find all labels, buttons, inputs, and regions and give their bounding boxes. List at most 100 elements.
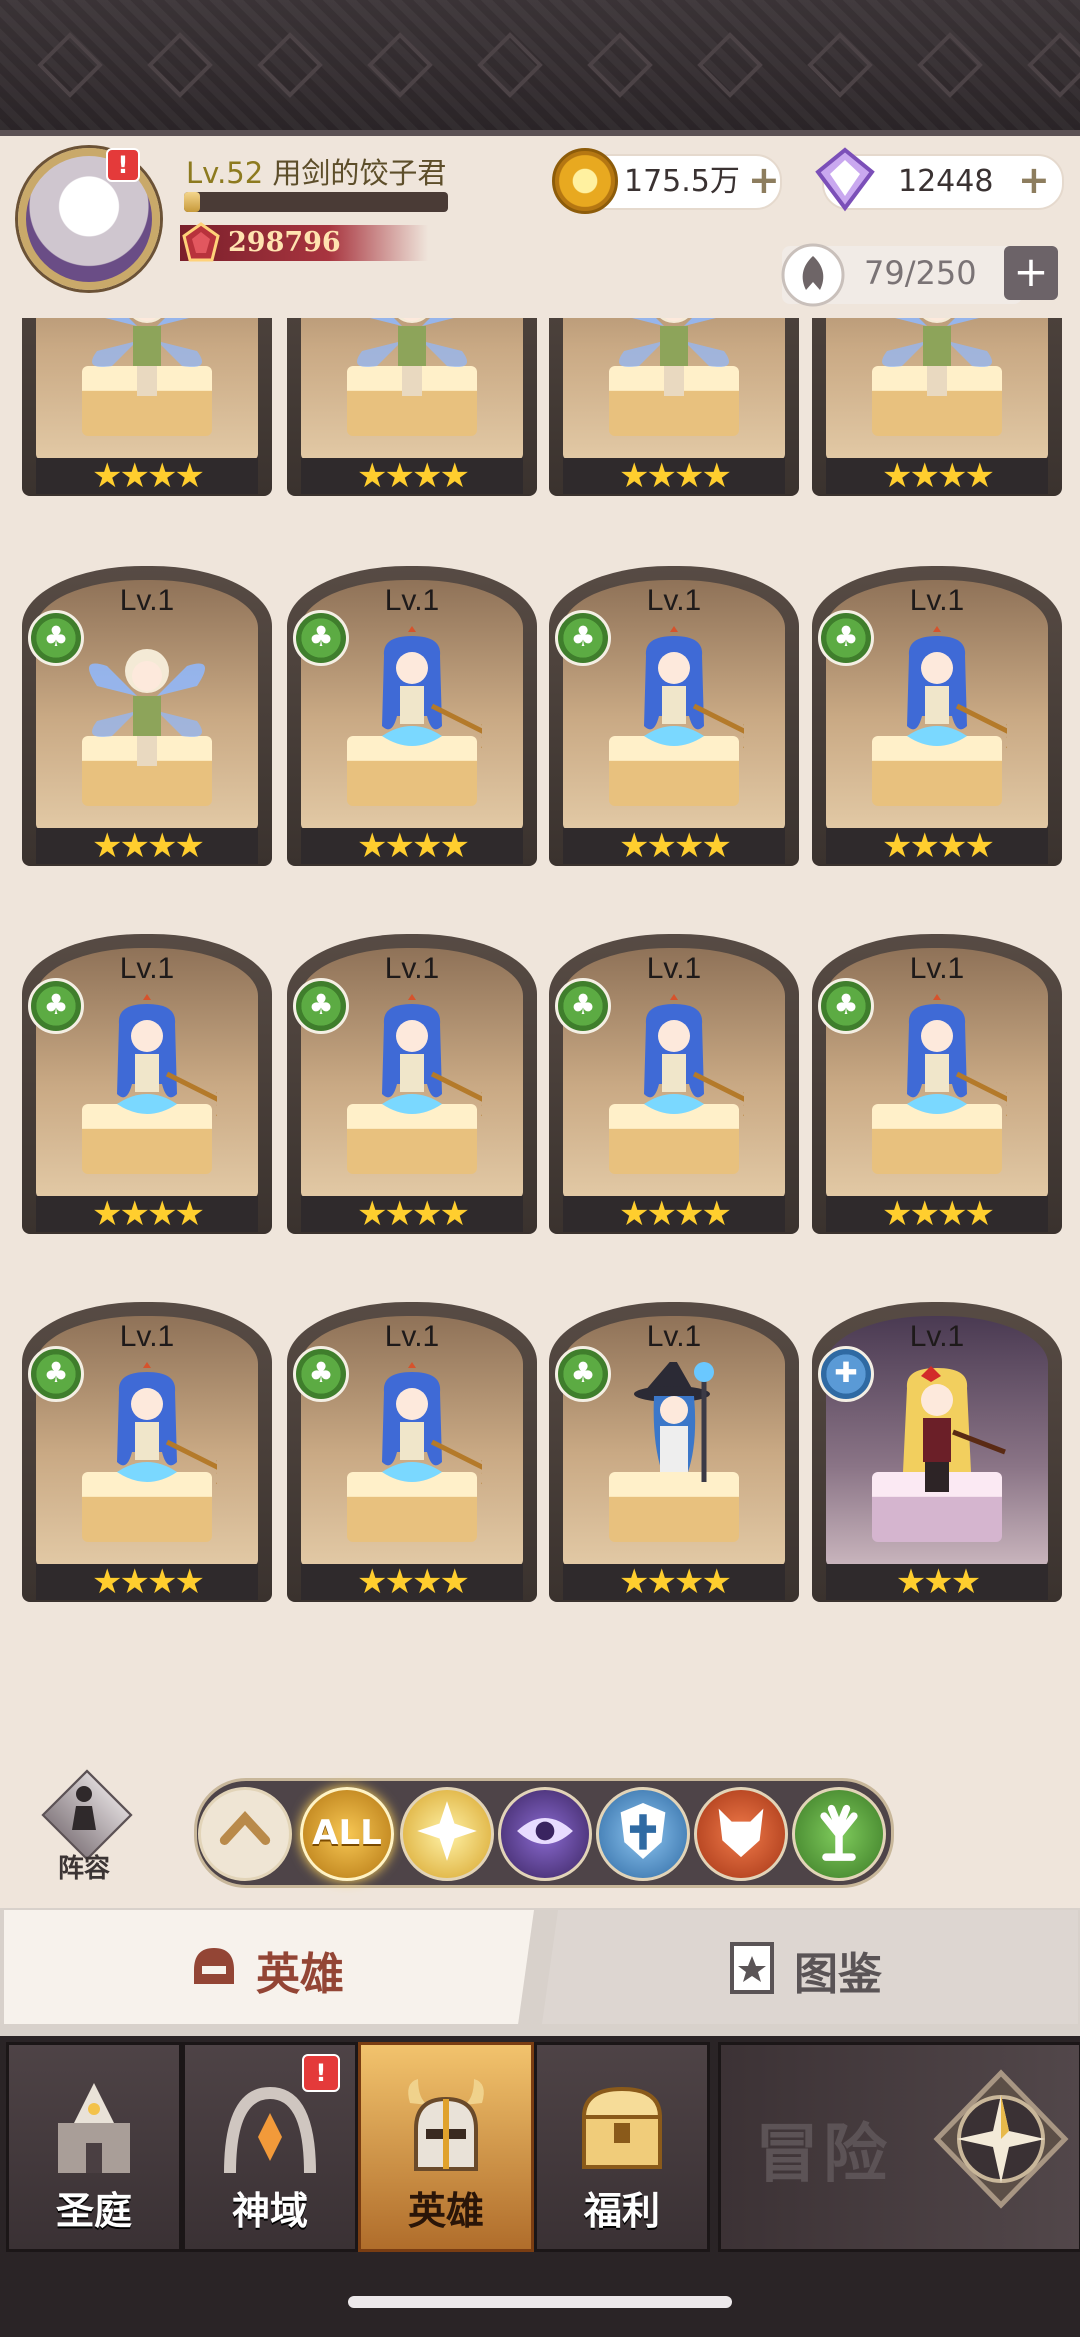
hero-capacity-icon	[781, 243, 845, 307]
hero-card[interactable]: Lv.1♣★★★★	[22, 1302, 272, 1602]
hero-card[interactable]: Lv.1♣★★★★	[22, 318, 272, 496]
hero-sprite-fairy	[619, 318, 729, 396]
player-name: 用剑的饺子君	[272, 156, 447, 190]
nav-heroes[interactable]: 英雄	[358, 2042, 534, 2252]
hero-sprite-mermaid	[644, 626, 744, 749]
filter-beast-button[interactable]	[694, 1787, 788, 1881]
treasure-chest-icon	[581, 2086, 663, 2169]
add-diamond-button[interactable]: +	[1018, 154, 1050, 206]
hero-card[interactable]: Lv.1♣★★★★	[812, 566, 1062, 866]
nav-adventure[interactable]: 冒险	[718, 2042, 1080, 2252]
hero-stars: ★★★★	[36, 458, 258, 494]
filter-all-label: ALL	[312, 1813, 382, 1853]
chevron-up-icon	[219, 1811, 271, 1845]
gold-coin-icon	[552, 148, 618, 214]
nature-icon: ♣	[293, 610, 349, 666]
hero-stars: ★★★★	[826, 458, 1048, 494]
filter-all-button[interactable]: ALL	[300, 1787, 394, 1881]
lineup-button[interactable]: 阵容	[32, 1769, 136, 1884]
player-level: Lv.52	[186, 156, 264, 190]
hero-card[interactable]: Lv.1♣★★★★	[22, 566, 272, 866]
filter-light-button[interactable]	[400, 1787, 494, 1881]
compass-icon	[933, 2069, 1069, 2209]
hero-stars: ★★★★	[36, 828, 258, 864]
hero-card[interactable]: Lv.1♣★★★★	[549, 1302, 799, 1602]
castle-icon	[58, 2083, 130, 2173]
filter-nature-button[interactable]	[792, 1787, 886, 1881]
lineup-label: 阵容	[57, 1854, 110, 1884]
wolf-head-icon	[718, 1808, 764, 1858]
hero-stars: ★★★★	[301, 828, 523, 864]
hero-stars: ★★★★	[563, 1564, 785, 1600]
nav-court-label: 圣庭	[55, 2189, 132, 2233]
nav-welfare[interactable]: 福利	[534, 2042, 710, 2252]
holy-icon: ✚	[818, 1346, 874, 1402]
hero-helmet-icon	[194, 1948, 234, 1984]
hero-stars: ★★★★	[826, 1196, 1048, 1232]
nature-icon: ♣	[28, 978, 84, 1034]
hero-sprite-mermaid	[382, 626, 482, 749]
nav-adventure-label: 冒险	[755, 2118, 891, 2192]
light-star-icon	[417, 1801, 477, 1861]
hero-sprite-mermaid	[907, 994, 1007, 1117]
hero-stars: ★★★★	[563, 1196, 785, 1232]
nature-icon: ♣	[28, 1346, 84, 1402]
hero-sprite-mermaid	[117, 994, 217, 1117]
tab-album[interactable]: 图鉴	[542, 1910, 1078, 2024]
hero-card[interactable]: Lv.1♣★★★★	[549, 318, 799, 496]
hero-capacity-value: 79/250	[864, 254, 977, 292]
hero-card[interactable]: Lv.1♣★★★★	[287, 566, 537, 866]
hero-card[interactable]: Lv.1♣★★★★	[812, 934, 1062, 1234]
hero-sprite-mermaid	[644, 994, 744, 1117]
nav-domain-label: 神域	[231, 2189, 308, 2233]
player-name-line: Lv.52 用剑的饺子君	[186, 150, 446, 192]
top-decoration	[0, 0, 1080, 136]
exp-bar-fill	[184, 192, 200, 212]
hero-sprite-mermaid	[382, 1362, 482, 1485]
tab-album-label: 图鉴	[794, 1949, 882, 2000]
power-gem-icon	[182, 222, 220, 262]
tab-heroes-label: 英雄	[256, 1949, 344, 2000]
nature-icon: ♣	[293, 978, 349, 1034]
pattern-decoration	[37, 32, 1080, 98]
chess-pawn-icon	[72, 1786, 96, 1830]
gold-amount: 175.5万	[624, 164, 740, 199]
filter-holy-button[interactable]	[596, 1787, 690, 1881]
nature-icon: ♣	[818, 610, 874, 666]
diamond-icon	[815, 147, 875, 212]
dark-eye-icon	[517, 1817, 573, 1845]
avatar-alert-icon: !	[106, 148, 140, 182]
nav-court[interactable]: 圣庭	[6, 2042, 182, 2252]
hero-card[interactable]: Lv.1♣★★★★	[287, 1302, 537, 1602]
hero-stars: ★★★★	[36, 1196, 258, 1232]
expand-capacity-button[interactable]: +	[1004, 246, 1058, 300]
hero-sprite-mermaid	[117, 1362, 217, 1485]
tree-icon	[820, 1804, 858, 1861]
nature-icon: ♣	[818, 978, 874, 1034]
hero-stars: ★★★★	[301, 1196, 523, 1232]
tab-heroes[interactable]: 英雄	[4, 1910, 534, 2024]
add-gold-button[interactable]: +	[748, 154, 780, 206]
hero-horned-helmet-icon	[408, 2079, 484, 2171]
collapse-filter-button[interactable]	[198, 1787, 292, 1881]
hero-card[interactable]: Lv.1♣★★★★	[22, 934, 272, 1234]
nature-icon: ♣	[555, 1346, 611, 1402]
hero-stars: ★★★★	[563, 828, 785, 864]
nav-heroes-label: 英雄	[407, 2189, 484, 2233]
hero-card[interactable]: Lv.1♣★★★★	[287, 934, 537, 1234]
exp-bar	[184, 192, 448, 212]
hero-card[interactable]: Lv.1♣★★★★	[549, 934, 799, 1234]
hero-sprite-fairy	[89, 649, 205, 766]
home-indicator	[348, 2296, 732, 2308]
hero-card[interactable]: Lv.1 ✚ ★★★	[812, 1302, 1062, 1602]
hero-card[interactable]: Lv.1♣★★★★	[549, 566, 799, 866]
nature-icon: ♣	[555, 978, 611, 1034]
hero-sprite-witch	[634, 1362, 714, 1482]
hero-sprite-fairy	[882, 318, 992, 396]
nature-icon: ♣	[28, 610, 84, 666]
hero-sprite-mermaid	[382, 994, 482, 1117]
nav-welfare-label: 福利	[583, 2189, 660, 2233]
hero-card[interactable]: Lv.1♣★★★★	[812, 318, 1062, 496]
filter-dark-button[interactable]	[498, 1787, 592, 1881]
hero-card[interactable]: Lv.1♣★★★★	[287, 318, 537, 496]
